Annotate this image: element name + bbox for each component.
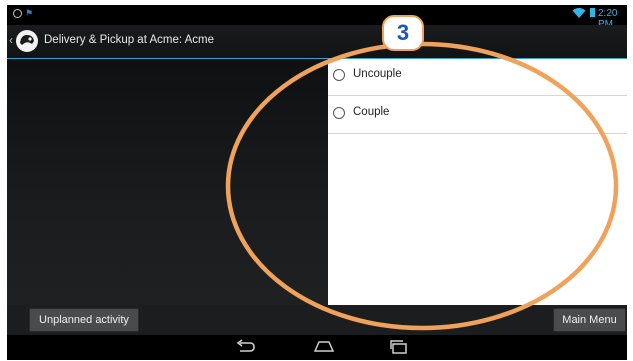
status-bar: ⚑ 2:20 PM	[7, 5, 627, 30]
wifi-icon	[572, 8, 586, 18]
battery-icon	[590, 8, 595, 17]
step-number-badge: 3	[382, 15, 424, 51]
option-label: Couple	[353, 106, 390, 118]
notification-flag-icon: ⚑	[25, 8, 34, 18]
option-label: Uncouple	[353, 68, 402, 80]
page-title: Delivery & Pickup at Acme: Acme	[44, 34, 215, 46]
up-navigation-icon[interactable]: ‹	[9, 33, 13, 47]
main-menu-button[interactable]: Main Menu	[553, 308, 626, 332]
action-bar: ‹ Delivery & Pickup at Acme: Acme	[7, 25, 627, 59]
option-uncouple[interactable]: Uncouple	[328, 59, 627, 96]
couple-radio-icon[interactable]	[333, 107, 345, 119]
option-couple[interactable]: Couple	[328, 97, 627, 134]
left-pane	[7, 59, 328, 305]
home-icon[interactable]	[312, 339, 336, 355]
recent-apps-icon[interactable]	[388, 339, 410, 355]
app-logo-icon[interactable]	[15, 29, 39, 53]
system-navigation-bar	[7, 335, 627, 360]
activity-options-list: Uncouple Couple	[328, 59, 627, 305]
unplanned-activity-button[interactable]: Unplanned activity	[29, 308, 139, 332]
uncouple-radio-icon[interactable]	[333, 69, 345, 81]
back-icon[interactable]	[235, 339, 257, 355]
tablet-screen: ⚑ 2:20 PM ‹ Delivery & Pickup at Acme: A…	[7, 5, 627, 360]
notification-ring-icon	[13, 9, 22, 18]
